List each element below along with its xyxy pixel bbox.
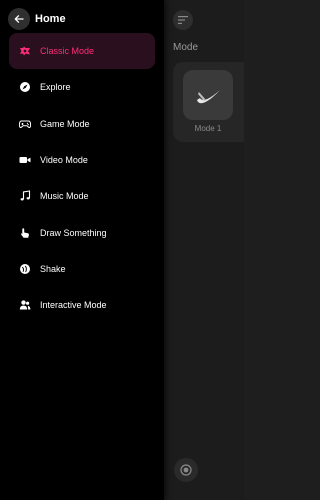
- menu-item-game-mode[interactable]: Game Mode: [9, 106, 155, 142]
- users-icon: [19, 299, 31, 311]
- menu-item-interactive-mode[interactable]: Interactive Mode: [9, 287, 155, 323]
- menu-item-explore[interactable]: Explore: [9, 69, 155, 105]
- back-button[interactable]: [8, 8, 30, 30]
- menu-item-label: Game Mode: [40, 118, 90, 129]
- mode-card-label: Mode 1: [194, 124, 222, 133]
- menu-item-label: Interactive Mode: [40, 300, 107, 311]
- compass-icon: [19, 81, 31, 93]
- classic-mode-icon: [19, 45, 31, 57]
- hand-pointer-icon: [19, 227, 31, 239]
- shake-icon: [19, 263, 31, 275]
- menu-item-label: Classic Mode: [40, 46, 95, 57]
- drawer-header: Home: [8, 8, 66, 30]
- app-screen: Mode Mode 1 Home Classic Mode Explore Ga…: [0, 0, 244, 500]
- drawer-title: Home: [35, 13, 66, 25]
- record-icon[interactable]: [174, 458, 198, 482]
- arrow-left-icon: [14, 14, 24, 24]
- navigation-drawer: Home Classic Mode Explore Game Mode Vide…: [0, 0, 164, 500]
- menu-item-music-mode[interactable]: Music Mode: [9, 178, 155, 214]
- video-camera-icon: [19, 154, 31, 166]
- menu-item-label: Video Mode: [40, 155, 88, 166]
- menu-item-label: Explore: [40, 82, 71, 93]
- menu-item-video-mode[interactable]: Video Mode: [9, 142, 155, 178]
- menu-item-shake[interactable]: Shake: [9, 251, 155, 287]
- mode-card[interactable]: Mode 1: [173, 62, 244, 142]
- menu-item-classic-mode[interactable]: Classic Mode: [9, 33, 155, 70]
- menu-item-label: Draw Something: [40, 227, 107, 238]
- menu-item-draw-something[interactable]: Draw Something: [9, 214, 155, 250]
- mode-section-title: Mode: [173, 42, 199, 53]
- menu-item-label: Shake: [40, 263, 66, 274]
- music-note-icon: [19, 190, 31, 202]
- swoosh-icon: [183, 70, 233, 120]
- drawer-menu: Classic Mode Explore Game Mode Video Mod…: [9, 33, 155, 323]
- sort-lines-icon[interactable]: [173, 10, 193, 30]
- menu-item-label: Music Mode: [40, 191, 89, 202]
- gamepad-icon: [19, 118, 31, 130]
